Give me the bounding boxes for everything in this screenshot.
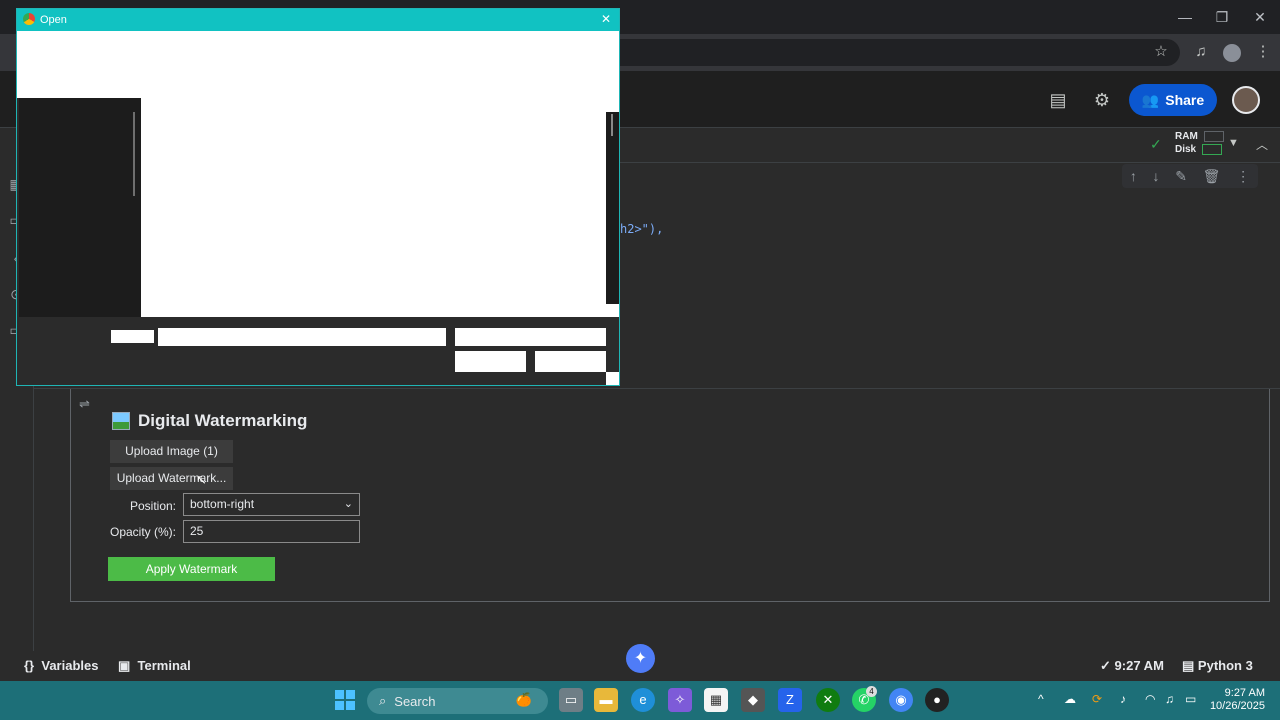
maximize-button[interactable]: ❐: [1207, 6, 1237, 28]
search-icon: ⌕: [379, 693, 387, 708]
variables-button[interactable]: {} Variables: [24, 658, 98, 673]
weather-widget-icon[interactable]: 🍊: [512, 688, 536, 712]
chrome-icon: [23, 13, 35, 25]
more-options-icon[interactable]: ⋮: [1236, 168, 1250, 185]
code-fragment: h2>"),: [620, 222, 664, 236]
profile-avatar-icon[interactable]: [1223, 44, 1241, 62]
position-label: Position:: [129, 499, 176, 513]
settings-gear-icon[interactable]: ⚙: [1090, 88, 1114, 112]
copilot-icon[interactable]: ✧: [668, 688, 692, 712]
file-type-select[interactable]: [455, 328, 606, 346]
search-label: Search: [394, 693, 436, 709]
app-cube-icon[interactable]: ◆: [741, 688, 765, 712]
upload-image-button[interactable]: Upload Image (1): [110, 440, 233, 463]
chrome-taskbar-icon[interactable]: ◉: [889, 688, 913, 712]
volume-icon[interactable]: ♫: [1165, 692, 1174, 706]
connected-check-icon: ✓: [1150, 136, 1162, 152]
runtime-label: Python 3: [1197, 658, 1253, 673]
nav-scrollbar[interactable]: [133, 112, 135, 196]
browser-menu-icon[interactable]: ⋮: [1252, 41, 1274, 63]
bookmark-star-icon[interactable]: ☆: [1150, 41, 1172, 63]
store-icon[interactable]: ▦: [704, 688, 728, 712]
whatsapp-badge: 4: [866, 686, 877, 697]
position-value: bottom-right: [190, 497, 255, 511]
share-button[interactable]: 👥 Share: [1129, 84, 1217, 116]
gemini-sparkle-icon[interactable]: ✦: [626, 644, 655, 673]
close-window-button[interactable]: ✕: [1245, 6, 1275, 28]
watermark-title-text: Digital Watermarking: [138, 411, 308, 430]
dialog-titlebar: Open ✕: [17, 9, 619, 31]
dialog-navigation-pane[interactable]: [19, 98, 141, 317]
variables-label: Variables: [41, 658, 99, 673]
share-label: Share: [1165, 92, 1205, 108]
account-avatar[interactable]: [1232, 86, 1260, 114]
address-bar[interactable]: [620, 39, 1180, 66]
ram-label: RAM: [1175, 131, 1198, 142]
ram-bar: [1203, 130, 1224, 142]
runtime-icon: ▤: [1182, 658, 1195, 673]
move-down-icon[interactable]: ↓: [1153, 168, 1160, 184]
people-icon: 👥: [1141, 91, 1160, 108]
terminal-label: Terminal: [137, 658, 191, 673]
wifi-icon[interactable]: ◠: [1145, 692, 1155, 706]
chevron-down-icon: ⌄: [343, 498, 353, 510]
delete-icon[interactable]: 🗑: [1203, 168, 1221, 185]
execution-time: 9:27 AM: [1114, 658, 1164, 673]
task-view-icon[interactable]: ▭: [559, 688, 583, 712]
watermark-title: Digital Watermarking: [112, 411, 307, 431]
app-z-icon[interactable]: Z: [778, 688, 802, 712]
edit-icon[interactable]: ✎: [1175, 168, 1187, 185]
tray-overflow-icon[interactable]: ^: [1038, 692, 1044, 706]
opacity-label: Opacity (%):: [110, 525, 177, 539]
execution-status[interactable]: ✓ 9:27 AM: [1100, 658, 1164, 674]
dialog-title: Open: [40, 14, 67, 26]
clock-date: 10/26/2025: [1209, 700, 1265, 712]
dialog-file-list[interactable]: [141, 98, 619, 317]
terminal-button[interactable]: ▣ Terminal: [118, 658, 191, 674]
upload-watermark-button[interactable]: Upload Watermark...: [110, 467, 233, 490]
file-list-scrollbar[interactable]: [606, 112, 619, 304]
dialog-resize-grip[interactable]: [606, 372, 619, 385]
clock-time: 9:27 AM: [1224, 687, 1265, 699]
file-name-label: [111, 330, 154, 343]
file-list-scroll-thumb[interactable]: [611, 114, 613, 136]
braces-icon: {}: [24, 658, 35, 673]
position-select[interactable]: bottom-right ⌄: [183, 493, 360, 516]
xbox-icon[interactable]: ✕: [816, 688, 840, 712]
terminal-icon: ▣: [118, 658, 131, 673]
move-up-icon[interactable]: ↑: [1130, 168, 1137, 184]
runtime-indicator[interactable]: ▤ Python 3: [1182, 658, 1253, 674]
dialog-close-button[interactable]: ✕: [601, 12, 611, 26]
cloud-off-icon[interactable]: ☁: [1064, 692, 1076, 706]
cell-toolbar: ↑ ↓ ✎ 🗑 ⋮: [1122, 164, 1258, 188]
file-name-input[interactable]: [158, 328, 446, 346]
disk-label: Disk: [1175, 144, 1197, 155]
minimize-button[interactable]: —: [1170, 6, 1200, 28]
opacity-input[interactable]: 25: [183, 520, 360, 543]
output-toggle-icon[interactable]: ⇌: [79, 396, 90, 412]
collapse-chevron-icon[interactable]: ︿: [1256, 136, 1268, 153]
comments-icon[interactable]: ▤: [1046, 88, 1070, 112]
resource-monitor[interactable]: RAM Disk: [1175, 130, 1224, 156]
check-icon: ✓: [1100, 658, 1111, 673]
start-windows-icon[interactable]: [335, 690, 355, 710]
taskbar-clock[interactable]: 9:27 AM 10/26/2025: [1205, 687, 1265, 713]
media-control-icon[interactable]: ♫: [1190, 41, 1212, 63]
battery-icon[interactable]: ▭: [1185, 692, 1196, 706]
mouse-cursor-icon: ↖: [196, 472, 207, 487]
file-explorer-icon[interactable]: ▬: [594, 688, 618, 712]
dialog-address-area: [17, 31, 619, 98]
apply-watermark-button[interactable]: Apply Watermark: [108, 557, 275, 581]
picture-icon: [112, 412, 130, 430]
disk-bar: [1202, 143, 1223, 155]
obs-icon[interactable]: ●: [925, 688, 949, 712]
microphone-icon[interactable]: ♪: [1120, 692, 1126, 706]
dialog-cancel-button[interactable]: [535, 351, 606, 372]
edge-icon[interactable]: e: [631, 688, 655, 712]
runtime-dropdown-icon[interactable]: ▼: [1228, 137, 1239, 149]
dialog-open-button[interactable]: [455, 351, 526, 372]
sync-icon[interactable]: ⟳: [1092, 692, 1102, 706]
